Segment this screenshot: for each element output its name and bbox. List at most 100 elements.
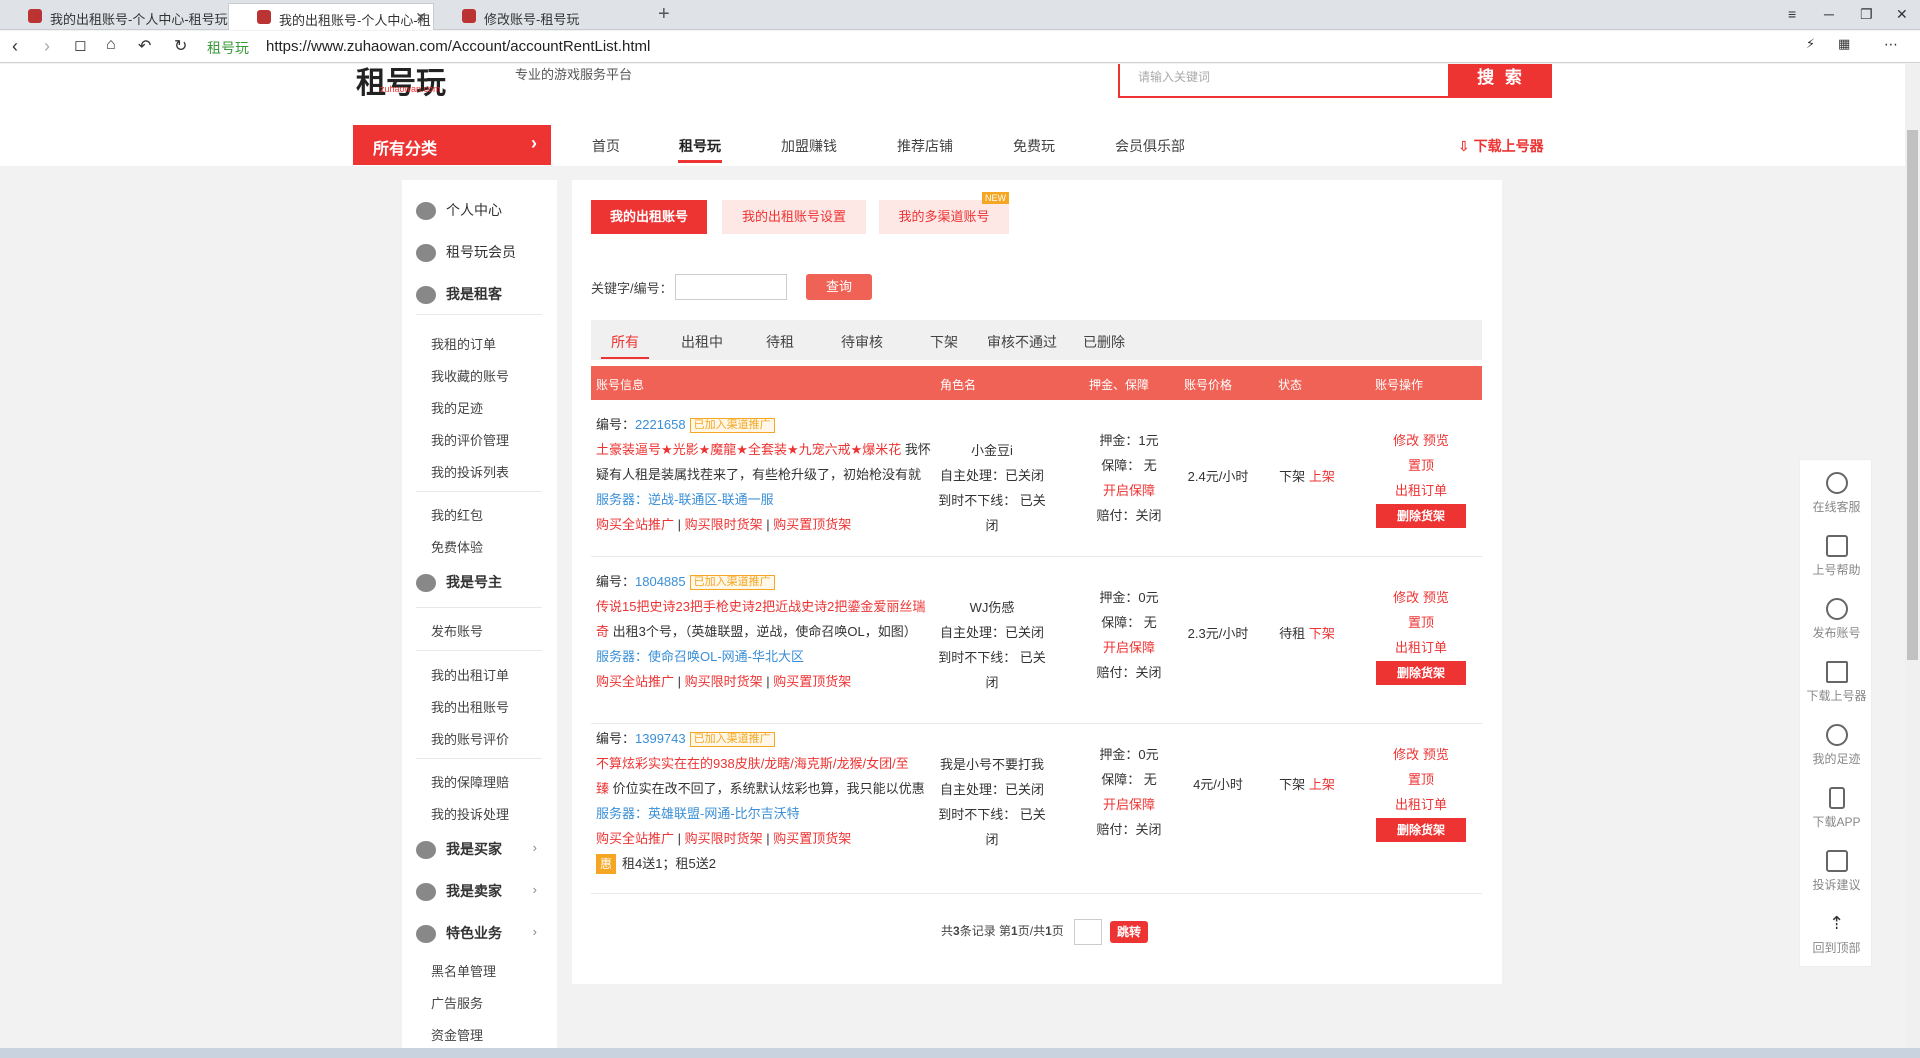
close-tab-icon[interactable]: ✕ — [415, 9, 427, 26]
sidebar-item-footprints[interactable]: 我的足迹 — [431, 398, 483, 417]
buy-site-promo-link[interactable]: 购买全站推广 — [596, 517, 674, 532]
download-launcher-button[interactable]: 下载上号器 — [1800, 661, 1873, 704]
buy-site-promo-link[interactable]: 购买全站推广 — [596, 674, 674, 689]
more-icon[interactable]: ⋯ — [1884, 36, 1898, 53]
home-icon[interactable]: ⌂ — [106, 36, 116, 54]
buy-top-shelf-link[interactable]: 购买置顶货架 — [773, 674, 851, 689]
nav-shops[interactable]: 推荐店铺 — [897, 136, 953, 156]
download-app-button[interactable]: 下载APP — [1800, 787, 1873, 830]
sidebar-item-complaints[interactable]: 我的投诉列表 — [431, 462, 509, 481]
jump-button[interactable]: 跳转 — [1110, 921, 1148, 943]
sidebar-item-red-packet[interactable]: 我的红包 — [431, 505, 483, 524]
sidebar-item-ads[interactable]: 广告服务 — [431, 993, 483, 1012]
search-input[interactable]: 请输入关键词 — [1118, 64, 1450, 98]
sidebar-item-publish[interactable]: 发布账号 — [431, 621, 483, 640]
nav-free[interactable]: 免费玩 — [1013, 136, 1055, 156]
rent-orders-link[interactable]: 出租订单 — [1376, 635, 1466, 660]
sidebar-member[interactable]: 租号玩会员 — [416, 242, 516, 263]
tab-rejected[interactable]: 审核不通过 — [987, 332, 1057, 352]
new-tab-icon[interactable]: + — [658, 3, 670, 26]
url-input[interactable]: https://www.zuhaowan.com/Account/account… — [266, 38, 650, 55]
account-title-link[interactable]: 臻 — [596, 781, 609, 796]
browser-tab-active[interactable]: 我的出租账号-个人中心-租 ✕ — [228, 3, 434, 30]
account-id[interactable]: 2221658 — [635, 417, 686, 432]
preview-link[interactable]: 预览 — [1423, 590, 1449, 605]
account-title-link[interactable]: 奇 — [596, 624, 609, 639]
buy-site-promo-link[interactable]: 购买全站推广 — [596, 831, 674, 846]
nav-franchise[interactable]: 加盟赚钱 — [781, 136, 837, 156]
sidebar-item-my-orders[interactable]: 我租的订单 — [431, 334, 496, 353]
keyword-input[interactable] — [675, 274, 787, 300]
modify-link[interactable]: 修改 — [1393, 590, 1419, 605]
sidebar-personal-center[interactable]: 个人中心 — [416, 200, 502, 221]
tab-pending-review[interactable]: 待审核 — [841, 332, 883, 352]
feedback-button[interactable]: 投诉建议 — [1800, 850, 1873, 893]
status-action-link[interactable]: 下架 — [1309, 626, 1335, 641]
back-icon[interactable]: ‹ — [12, 36, 18, 57]
buy-top-shelf-link[interactable]: 购买置顶货架 — [773, 517, 851, 532]
account-id[interactable]: 1804885 — [635, 574, 686, 589]
forward-icon[interactable]: › — [44, 36, 50, 57]
sidebar-item-rent-orders[interactable]: 我的出租订单 — [431, 665, 509, 684]
online-service-button[interactable]: 在线客服 — [1800, 472, 1873, 515]
modify-link[interactable]: 修改 — [1393, 433, 1419, 448]
sidebar-item-favorites[interactable]: 我收藏的账号 — [431, 366, 509, 385]
preview-link[interactable]: 预览 — [1423, 433, 1449, 448]
tab-offline[interactable]: 下架 — [930, 332, 958, 352]
browser-tab[interactable]: 修改账号-租号玩 — [434, 3, 648, 30]
pin-top-link[interactable]: 置顶 — [1376, 453, 1466, 478]
sidebar-item-claims[interactable]: 我的保障理赔 — [431, 772, 509, 791]
publish-account-button[interactable]: 发布账号 — [1800, 598, 1873, 641]
close-window-icon[interactable]: ✕ — [1896, 6, 1908, 23]
sidebar-owner[interactable]: 我是号主 — [416, 572, 502, 593]
subtab-multichannel[interactable]: 我的多渠道账号 — [879, 200, 1009, 234]
account-title-link[interactable]: 传说15把史诗23把手枪史诗2把近战史诗2把鎏金爱丽丝瑞 — [596, 594, 926, 619]
account-title-link[interactable]: 土豪装逼号★光影★魔龍★全套装★九宠六戒★爆米花 — [596, 442, 901, 457]
tab-available[interactable]: 待租 — [766, 332, 794, 352]
rent-orders-link[interactable]: 出租订单 — [1376, 792, 1466, 817]
buy-limited-shelf-link[interactable]: 购买限时货架 — [685, 674, 763, 689]
search-button[interactable]: 搜 索 — [1450, 64, 1552, 98]
scrollbar-thumb[interactable] — [1907, 130, 1918, 660]
sidebar-item-rent-accounts[interactable]: 我的出租账号 — [431, 697, 509, 716]
open-guarantee-link[interactable]: 开启保障 — [1094, 792, 1164, 817]
sidebar-item-blacklist[interactable]: 黑名单管理 — [431, 961, 496, 980]
download-launcher-link[interactable]: ⇩ 下载上号器 — [1458, 136, 1544, 156]
open-guarantee-link[interactable]: 开启保障 — [1094, 635, 1164, 660]
status-action-link[interactable]: 上架 — [1309, 777, 1335, 792]
delete-shelf-button[interactable]: 删除货架 — [1376, 504, 1466, 528]
sidebar-item-funds[interactable]: 资金管理 — [431, 1025, 483, 1044]
all-categories-button[interactable]: 所有分类 › — [353, 125, 551, 165]
tab-all[interactable]: 所有 — [611, 332, 639, 352]
site-logo[interactable]: 租号玩 zuhaowan.com — [356, 64, 496, 100]
nav-zuhaowan[interactable]: 租号玩 — [679, 136, 721, 156]
sidebar-item-free-trial[interactable]: 免费体验 — [431, 537, 483, 556]
sidebar-special[interactable]: 特色业务 — [416, 923, 502, 944]
sidebar-renter[interactable]: 我是租客 — [416, 284, 502, 305]
launcher-help-button[interactable]: 上号帮助 — [1800, 535, 1873, 578]
buy-top-shelf-link[interactable]: 购买置顶货架 — [773, 831, 851, 846]
subtab-my-rent-accounts[interactable]: 我的出租账号 — [591, 200, 707, 234]
flash-icon[interactable]: ⚡ — [1806, 36, 1815, 52]
account-id[interactable]: 1399743 — [635, 731, 686, 746]
tab-deleted[interactable]: 已删除 — [1083, 332, 1125, 352]
query-button[interactable]: 查询 — [806, 274, 872, 300]
menu-icon[interactable]: ≡ — [1788, 6, 1796, 22]
preview-link[interactable]: 预览 — [1423, 747, 1449, 762]
open-guarantee-link[interactable]: 开启保障 — [1094, 478, 1164, 503]
maximize-icon[interactable]: ❐ — [1860, 6, 1873, 23]
refresh-icon[interactable]: ↻ — [174, 36, 187, 56]
minimize-icon[interactable]: ─ — [1824, 6, 1834, 22]
delete-shelf-button[interactable]: 删除货架 — [1376, 661, 1466, 685]
pin-top-link[interactable]: 置顶 — [1376, 767, 1466, 792]
qr-icon[interactable]: ▦ — [1838, 36, 1850, 52]
nav-home[interactable]: 首页 — [592, 136, 620, 156]
back-to-top-button[interactable]: ⇡ 回到顶部 — [1800, 913, 1873, 956]
delete-shelf-button[interactable]: 删除货架 — [1376, 818, 1466, 842]
bookmark-icon[interactable]: ◻ — [74, 36, 86, 54]
buy-limited-shelf-link[interactable]: 购买限时货架 — [685, 517, 763, 532]
my-footprints-button[interactable]: 我的足迹 — [1800, 724, 1873, 767]
browser-tab[interactable]: 我的出租账号-个人中心-租号玩 — [0, 3, 228, 30]
page-number-input[interactable] — [1074, 919, 1102, 945]
modify-link[interactable]: 修改 — [1393, 747, 1419, 762]
